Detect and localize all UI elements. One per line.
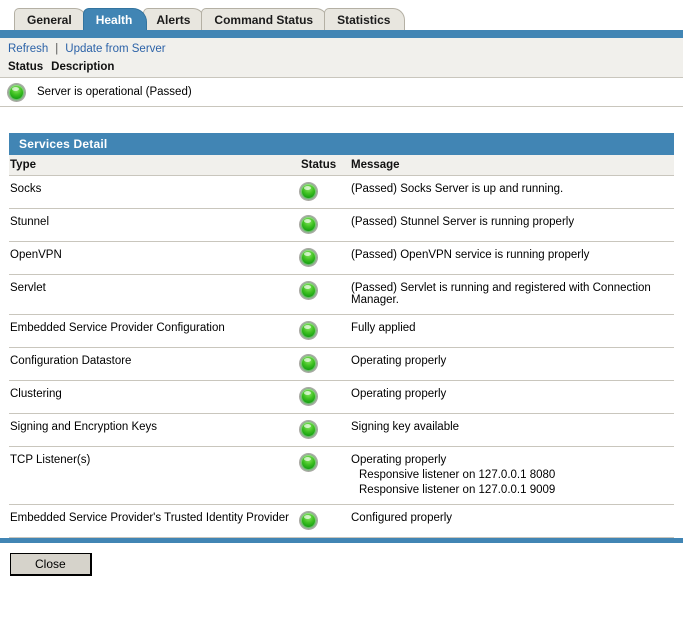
cell-message: Operating properly — [349, 380, 674, 414]
cell-type: Embedded Service Provider's Trusted Iden… — [9, 504, 300, 538]
cell-status — [300, 504, 349, 538]
cell-message: (Passed) Stunnel Server is running prope… — [349, 208, 674, 242]
cell-type: OpenVPN — [9, 241, 300, 275]
cell-status — [300, 347, 349, 381]
table-row: TCP Listener(s) Operating properly Respons… — [9, 446, 674, 505]
cell-status — [300, 446, 349, 505]
message-text: Operating properly — [351, 355, 447, 367]
summary-table-header: Status Description — [0, 59, 683, 78]
message-text: Signing key available — [351, 421, 460, 433]
table-header-row: Type Status Message — [9, 155, 674, 176]
column-header-status: Status — [300, 155, 349, 176]
green-status-led-icon — [300, 388, 317, 405]
summary-description-text: Server is operational (Passed) — [37, 86, 192, 98]
green-status-led-icon — [300, 249, 317, 266]
green-status-led-icon — [300, 282, 317, 299]
cell-message: Operating properly Responsive listener on… — [349, 446, 674, 505]
message-text: (Passed) Servlet is running and register… — [351, 282, 651, 306]
footer: Close — [0, 543, 683, 576]
column-header-message: Message — [349, 155, 674, 176]
refresh-link[interactable]: Refresh — [8, 43, 48, 55]
green-status-led-icon — [8, 83, 25, 101]
services-detail-table: Type Status Message Socks (Passed) Socks … — [9, 155, 674, 538]
cell-type: Signing and Encryption Keys — [9, 413, 300, 447]
cell-message: (Passed) OpenVPN service is running prop… — [349, 241, 674, 275]
message-subtext: Responsive listener on 127.0.0.1 9009 — [359, 484, 556, 496]
table-row: Socks (Passed) Socks Server is up and run… — [9, 175, 674, 209]
cell-message: Configured properly — [349, 504, 674, 538]
cell-status — [300, 413, 349, 447]
close-button[interactable]: Close — [10, 553, 92, 576]
table-row: Embedded Service Provider's Trusted Iden… — [9, 504, 674, 538]
table-row: Stunnel (Passed) Stunnel Server is runnin… — [9, 208, 674, 242]
cell-status — [300, 314, 349, 348]
message-text: (Passed) Stunnel Server is running prope… — [351, 216, 575, 228]
update-from-server-link[interactable]: Update from Server — [65, 43, 165, 55]
services-detail-title: Services Detail — [9, 133, 674, 155]
cell-type: Socks — [9, 175, 300, 209]
green-status-led-icon — [300, 454, 317, 471]
cell-type: TCP Listener(s) — [9, 446, 300, 505]
table-row: Signing and Encryption Keys Signing key a… — [9, 413, 674, 447]
cell-type: Stunnel — [9, 208, 300, 242]
services-detail-panel: Services Detail Type Status Message Sock… — [0, 133, 683, 538]
cell-type: Embedded Service Provider Configuration — [9, 314, 300, 348]
cell-status — [300, 208, 349, 242]
tab-alerts[interactable]: Alerts — [143, 8, 206, 30]
cell-type: Servlet — [9, 274, 300, 315]
message-text: Configured properly — [351, 512, 453, 524]
green-status-led-icon — [300, 512, 317, 529]
cell-message: Operating properly — [349, 347, 674, 381]
table-row: OpenVPN (Passed) OpenVPN service is runni… — [9, 241, 674, 275]
green-status-led-icon — [300, 421, 317, 438]
cell-status — [300, 241, 349, 275]
summary-col-description-label: Description — [51, 61, 115, 73]
action-link-bar: Refresh | Update from Server — [0, 38, 683, 59]
tab-bar: General Health Alerts Command Status Sta… — [0, 0, 683, 30]
link-separator: | — [55, 43, 59, 55]
cell-type: Clustering — [9, 380, 300, 414]
table-row: Clustering Operating properly — [9, 380, 674, 414]
cell-status — [300, 380, 349, 414]
tab-command-status[interactable]: Command Status — [201, 8, 329, 30]
tab-underline-bar — [0, 30, 683, 38]
message-text: (Passed) Socks Server is up and running. — [351, 183, 564, 195]
green-status-led-icon — [300, 216, 317, 233]
tab-health[interactable]: Health — [82, 8, 148, 30]
green-status-led-icon — [300, 183, 317, 200]
services-detail-body: Socks (Passed) Socks Server is up and run… — [9, 175, 674, 538]
table-row: Configuration Datastore Operating properl… — [9, 347, 674, 381]
tab-general[interactable]: General — [14, 8, 87, 30]
cell-message: (Passed) Socks Server is up and running. — [349, 175, 674, 209]
cell-message: Signing key available — [349, 413, 674, 447]
green-status-led-icon — [300, 355, 317, 372]
section-spacer — [0, 107, 683, 133]
message-text: Operating properly — [351, 388, 447, 400]
summary-col-status-label: Status — [8, 61, 44, 73]
green-status-led-icon — [300, 322, 317, 339]
message-text: (Passed) OpenVPN service is running prop… — [351, 249, 590, 261]
column-header-type: Type — [9, 155, 300, 176]
summary-row: Server is operational (Passed) — [0, 78, 683, 107]
cell-type: Configuration Datastore — [9, 347, 300, 381]
cell-message: (Passed) Servlet is running and register… — [349, 274, 674, 315]
cell-status — [300, 274, 349, 315]
message-text: Operating properly — [351, 454, 447, 466]
cell-message: Fully applied — [349, 314, 674, 348]
message-subtext: Responsive listener on 127.0.0.1 8080 — [359, 469, 556, 481]
message-text: Fully applied — [351, 322, 416, 334]
table-row: Embedded Service Provider Configuration F… — [9, 314, 674, 348]
table-row: Servlet (Passed) Servlet is running and r… — [9, 274, 674, 315]
cell-status — [300, 175, 349, 209]
tab-statistics[interactable]: Statistics — [324, 8, 406, 30]
